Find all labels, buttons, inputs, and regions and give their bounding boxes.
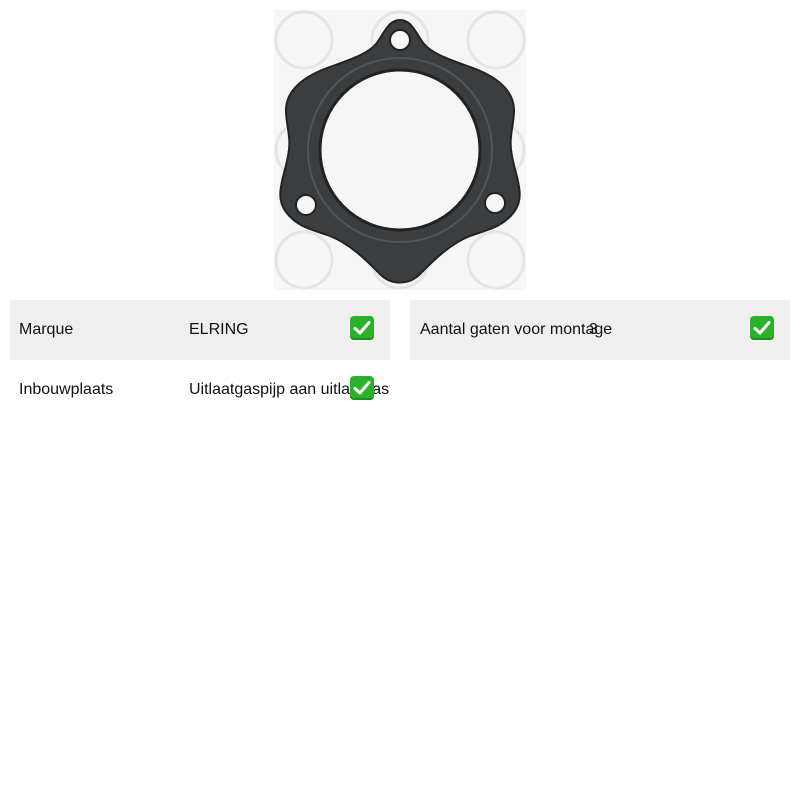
spec-value: ELRING xyxy=(189,321,249,338)
check-icon xyxy=(750,316,774,340)
gasket-bore xyxy=(318,68,482,232)
bolt-hole-left xyxy=(295,194,317,216)
spec-row-brand: Marque ELRING xyxy=(10,300,390,360)
spec-label: Aantal gaten voor montage xyxy=(420,321,613,338)
spec-row-mounting-holes: Aantal gaten voor montage 3 xyxy=(410,300,790,360)
check-icon xyxy=(350,316,374,340)
spec-table-right: Aantal gaten voor montage 3 xyxy=(410,300,790,360)
gasket-image xyxy=(274,10,526,290)
spec-table-left: Marque ELRING Inbouwplaats Uitlaatgaspij… xyxy=(10,300,390,420)
bolt-hole-top xyxy=(389,29,411,51)
spec-value: 3 xyxy=(589,321,598,338)
spec-label: Marque xyxy=(19,321,74,338)
check-icon xyxy=(350,376,374,400)
spec-row-location: Inbouwplaats Uitlaatgaspijp aan uitlaatg… xyxy=(10,360,390,420)
bolt-hole-right xyxy=(484,192,506,214)
spec-label: Inbouwplaats xyxy=(19,381,114,398)
product-image xyxy=(274,10,526,290)
